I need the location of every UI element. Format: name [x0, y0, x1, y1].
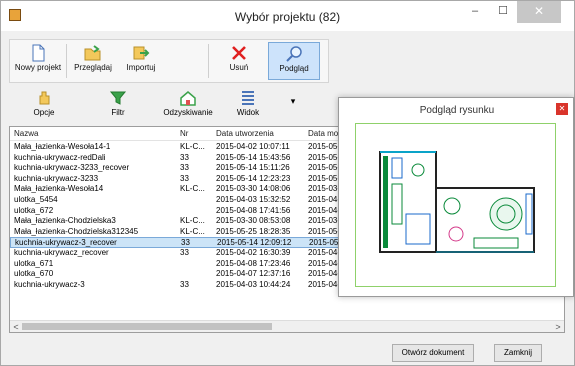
- drawing-preview-frame: [355, 123, 556, 287]
- import-button[interactable]: Importuj: [118, 42, 164, 80]
- new-project-button[interactable]: Nowy projekt: [12, 42, 64, 80]
- cell-number: 33: [181, 238, 190, 248]
- cell-name: Mała_łazienka-Chodzielska312345: [14, 226, 139, 236]
- filter-button[interactable]: Filtr: [95, 88, 141, 122]
- minimize-button[interactable]: –: [461, 1, 489, 23]
- cell-number: 33: [180, 279, 189, 289]
- filter-label: Filtr: [111, 108, 125, 117]
- cell-name: Mała_łazienka-Chodzielska3: [14, 216, 116, 226]
- new-project-label: Nowy projekt: [14, 63, 62, 72]
- drawing-preview-panel: Podgląd rysunku ✕: [338, 97, 574, 297]
- browse-label: Przeglądaj: [74, 63, 112, 72]
- horizontal-scrollbar[interactable]: < >: [10, 320, 564, 332]
- cell-number: KL-C...: [180, 142, 205, 151]
- column-header-created[interactable]: Data utworzenia: [216, 129, 308, 138]
- column-header-number[interactable]: Nr: [180, 129, 210, 138]
- cell-number: KL-C...: [180, 184, 205, 194]
- cell-name: Mała_łazienka-Wesoła14: [14, 184, 104, 194]
- filter-funnel-icon: [109, 91, 127, 105]
- preview-close-icon[interactable]: ✕: [556, 103, 568, 115]
- view-button[interactable]: Widok: [225, 88, 271, 122]
- cell-number: KL-C...: [180, 216, 205, 226]
- preview-label: Podgląd: [279, 64, 309, 73]
- cell-created: 2015-05-14 12:23:23: [216, 173, 291, 183]
- cell-created: 2015-04-02 16:30:39: [216, 248, 291, 257]
- cell-name: ulotka_5454: [14, 195, 58, 204]
- delete-button[interactable]: Usuń: [216, 42, 262, 80]
- cell-created: 2015-04-03 15:32:52: [216, 195, 291, 204]
- close-button[interactable]: Zamknij: [494, 344, 542, 362]
- options-button[interactable]: Opcje: [19, 88, 69, 122]
- cell-created: 2015-05-14 15:11:26: [216, 163, 290, 173]
- scroll-left-icon[interactable]: <: [10, 321, 22, 332]
- view-dropdown-icon[interactable]: ▾: [287, 88, 299, 122]
- main-toolbar: Nowy projekt Przeglądaj Importuj Usuń Po…: [9, 39, 329, 83]
- cell-created: 2015-03-30 14:08:06: [216, 184, 291, 194]
- close-window-button[interactable]: ✕: [517, 1, 561, 23]
- cell-name: ulotka_670: [14, 269, 54, 279]
- cell-number: 33: [180, 248, 189, 257]
- preview-title: Podgląd rysunku: [419, 105, 495, 116]
- cell-number: KL-C...: [180, 226, 205, 236]
- cell-created: 2015-04-08 17:23:46: [216, 258, 291, 268]
- open-document-button[interactable]: Otwórz dokument: [392, 344, 474, 362]
- preview-button[interactable]: Podgląd: [268, 42, 320, 80]
- cell-name: kuchnia-ukrywacz_recover: [14, 248, 109, 257]
- scroll-right-icon[interactable]: >: [552, 321, 564, 332]
- recovery-house-icon: [180, 91, 196, 106]
- cell-number: 33: [180, 163, 189, 173]
- cell-name: Mała_łazienka-Wesoła14-1: [14, 142, 111, 151]
- recovery-button[interactable]: Odzyskiwanie: [159, 88, 217, 122]
- cell-created: 2015-05-14 12:09:12: [217, 238, 292, 248]
- floor-plan-drawing: [379, 151, 535, 253]
- cell-name: ulotka_672: [14, 205, 54, 215]
- toolbar-separator: [208, 44, 209, 78]
- new-document-icon: [32, 44, 45, 62]
- options-hand-icon: [39, 91, 50, 105]
- cell-created: 2015-04-08 17:41:56: [216, 205, 291, 215]
- toolbar-separator: [66, 44, 67, 78]
- recovery-label: Odzyskiwanie: [163, 108, 213, 117]
- cell-name: ulotka_671: [14, 258, 54, 268]
- import-icon: [133, 46, 150, 60]
- delete-label: Usuń: [229, 63, 249, 72]
- scrollbar-thumb[interactable]: [22, 323, 272, 330]
- cell-number: 33: [180, 152, 189, 162]
- cell-created: 2015-04-07 12:37:16: [216, 269, 291, 279]
- title-bar: Wybór projektu (82) – ☐ ✕: [1, 1, 574, 31]
- cell-created: 2015-05-25 18:28:35: [216, 226, 291, 236]
- cell-created: 2015-03-30 08:53:08: [216, 216, 291, 226]
- cell-name: kuchnia-ukrywacz-3233: [14, 173, 99, 183]
- options-label: Opcje: [33, 108, 55, 117]
- cell-name: kuchnia-ukrywacz-3: [14, 279, 85, 289]
- secondary-toolbar: Opcje Filtr Odzyskiwanie Widok ▾: [9, 88, 339, 124]
- folder-open-icon: [84, 45, 101, 61]
- cell-created: 2015-04-02 10:07:11: [216, 142, 290, 151]
- maximize-button[interactable]: ☐: [489, 1, 517, 23]
- view-list-icon: [242, 91, 254, 105]
- delete-x-icon: [232, 46, 246, 60]
- cell-created: 2015-04-03 10:44:24: [216, 279, 291, 289]
- cell-name: kuchnia-ukrywacz-3233_recover: [14, 163, 130, 173]
- magnifier-icon: [286, 46, 302, 62]
- view-label: Widok: [236, 108, 260, 117]
- column-header-name[interactable]: Nazwa: [14, 129, 174, 138]
- browse-button[interactable]: Przeglądaj: [70, 42, 116, 80]
- cell-number: 33: [180, 173, 189, 183]
- import-label: Importuj: [126, 63, 156, 72]
- cell-name: kuchnia-ukrywacz-redDali: [14, 152, 106, 162]
- cell-name: kuchnia-ukrywacz-3_recover: [15, 238, 117, 248]
- cell-created: 2015-05-14 15:43:56: [216, 152, 291, 162]
